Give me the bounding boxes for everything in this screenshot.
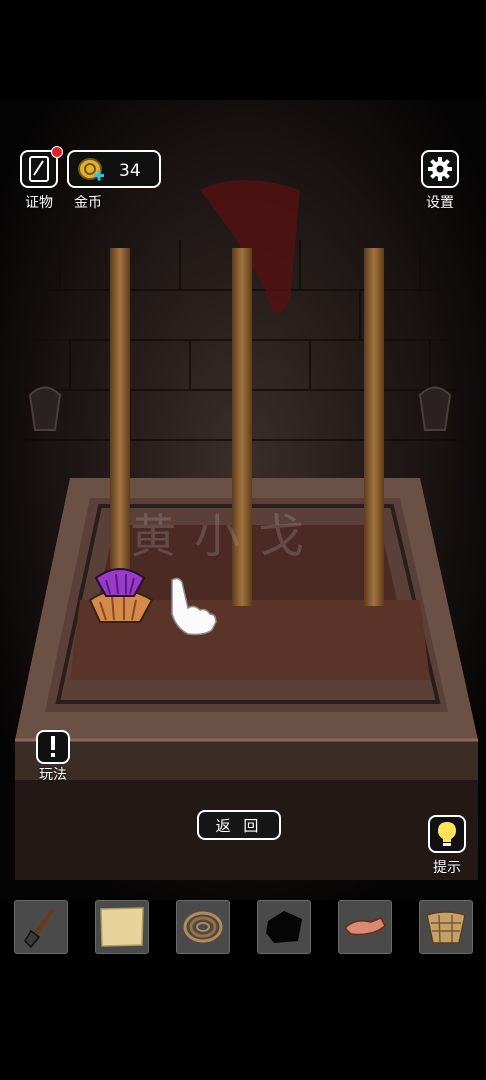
coin-add-icon: [78, 158, 104, 181]
evidence-notebook-icon: [29, 156, 49, 182]
inventory-slot-shovel[interactable]: [14, 900, 68, 954]
settings-label: 设置: [426, 195, 454, 211]
hint-button[interactable]: [428, 815, 466, 853]
watermark: 黄小戈: [130, 509, 322, 563]
coins-value: 34: [119, 161, 141, 181]
settings-button[interactable]: [421, 150, 459, 188]
rules-label: 玩法: [39, 767, 67, 783]
exclamation-icon: [51, 736, 55, 757]
paper-map-icon: [100, 907, 144, 947]
dried-fish-icon: [343, 917, 386, 936]
inventory-slot-paper[interactable]: [95, 900, 149, 954]
inventory-slot-stone[interactable]: [257, 900, 311, 954]
rules-button[interactable]: [36, 730, 70, 764]
coins-display[interactable]: 34: [67, 150, 161, 188]
coins-label: 金币: [74, 195, 102, 211]
lightbulb-icon: [438, 822, 456, 846]
gear-icon: [428, 157, 452, 181]
notification-dot: [51, 146, 63, 158]
black-stone-icon: [266, 911, 302, 943]
inventory-slot-fish[interactable]: [338, 900, 392, 954]
hint-label: 提示: [433, 860, 461, 876]
back-button[interactable]: 返 回: [197, 810, 281, 840]
inventory-slot-rope[interactable]: [176, 900, 230, 954]
basket-icon: [426, 911, 466, 944]
purple-shell-disk: [94, 568, 146, 597]
inventory-bar: [0, 900, 486, 954]
inventory-slot-basket[interactable]: [419, 900, 473, 954]
coiled-rope-icon: [183, 911, 223, 943]
shovel-icon: [24, 907, 55, 949]
